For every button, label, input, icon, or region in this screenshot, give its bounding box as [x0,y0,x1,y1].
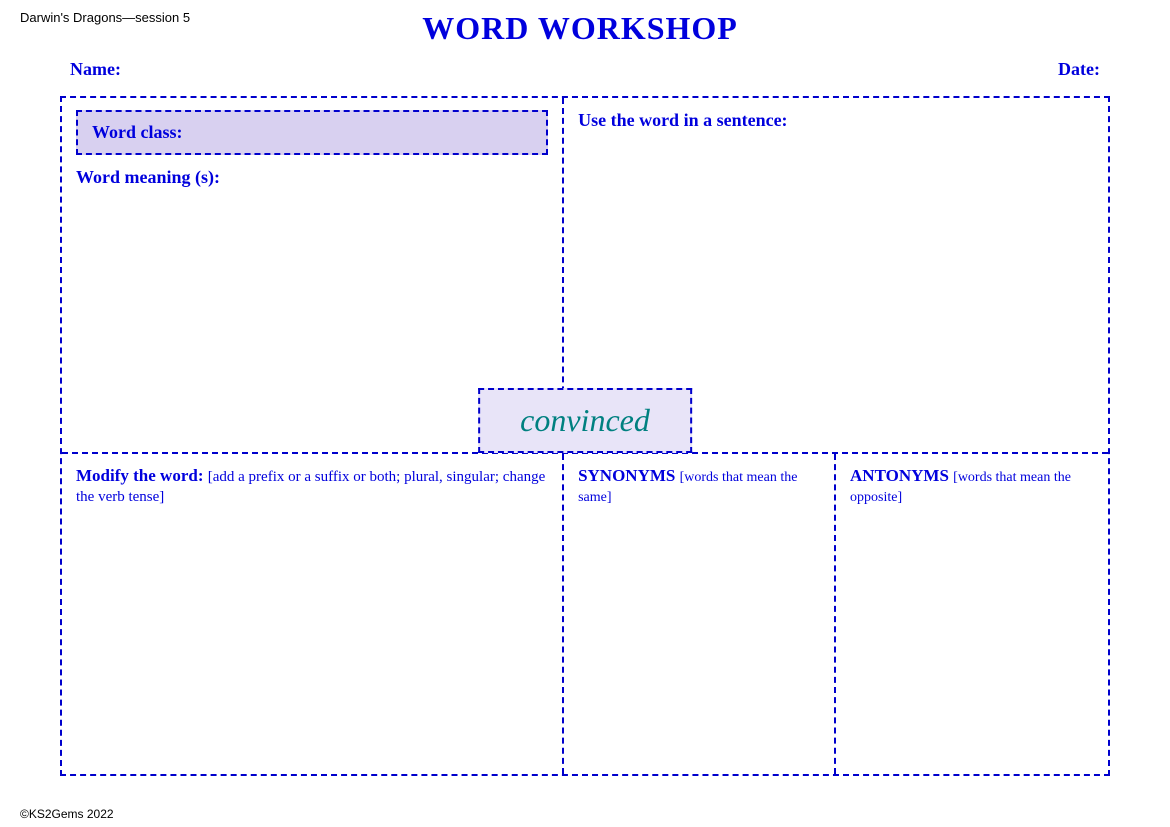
modify-label: Modify the word: [add a prefix or a suff… [76,466,548,506]
name-label: Name: [70,59,121,80]
worksheet-container: Word class: Word meaning (s): Use the wo… [60,96,1110,776]
center-word-container: convinced [478,388,692,453]
modify-bold-label: Modify the word: [76,466,203,485]
modify-panel: Modify the word: [add a prefix or a suff… [62,454,564,774]
page-title: WORD WORKSHOP [190,10,970,47]
antonyms-panel: ANTONYMS [words that mean the opposite] [836,454,1108,774]
session-label: Darwin's Dragons—session 5 [20,10,190,25]
word-meaning-label: Word meaning (s): [76,167,548,188]
word-class-label: Word class: [92,122,183,142]
top-row: Word class: Word meaning (s): Use the wo… [62,98,1108,454]
sentence-label: Use the word in a sentence: [578,110,1094,131]
center-word-box: convinced [478,388,692,453]
footer-copyright: ©KS2Gems 2022 [20,807,114,821]
center-word-text: convinced [520,402,650,438]
synonyms-panel: SYNONYMS [words that mean the same] [564,454,836,774]
antonyms-bold: ANTONYMS [850,466,949,485]
synonyms-bold: SYNONYMS [578,466,675,485]
date-label: Date: [1058,59,1100,80]
page-header: Darwin's Dragons—session 5 WORD WORKSHOP [0,0,1170,47]
word-class-box[interactable]: Word class: [76,110,548,155]
bottom-section: Modify the word: [add a prefix or a suff… [62,454,1108,774]
synonyms-label: SYNONYMS [words that mean the same] [578,466,820,506]
antonyms-label: ANTONYMS [words that mean the opposite] [850,466,1094,506]
name-date-row: Name: Date: [0,51,1170,88]
